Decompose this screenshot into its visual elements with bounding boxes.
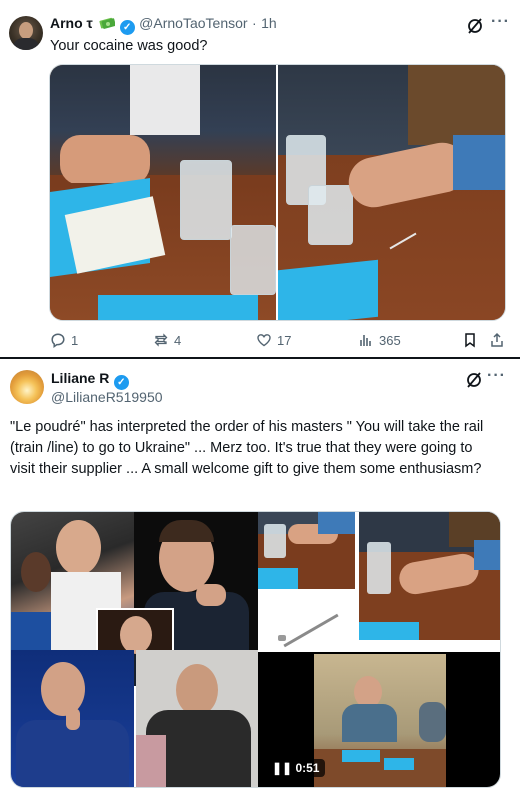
repost-count: 4 — [174, 332, 182, 348]
tweet-media[interactable] — [10, 511, 501, 788]
tweet-text: "Le poudré" has interpreted the order of… — [10, 419, 484, 477]
bookmark-button[interactable] — [462, 332, 478, 348]
timestamp[interactable]: 1h — [261, 15, 277, 31]
more-icon[interactable]: ··· — [491, 13, 510, 31]
views-icon — [360, 335, 371, 346]
share-icon — [491, 332, 503, 347]
reply-icon — [51, 333, 65, 348]
photo-collage-4[interactable] — [11, 650, 134, 787]
tweet-media[interactable] — [49, 64, 506, 321]
photo-still-3[interactable] — [258, 589, 359, 652]
views-button[interactable]: 365 — [358, 332, 401, 348]
photo-still-1[interactable] — [258, 512, 355, 589]
share-button[interactable] — [489, 332, 505, 348]
tweet-1[interactable]: Arno τ ✓ @ArnoTaoTensor · 1h ··· Your co… — [0, 0, 520, 357]
photo-still-2[interactable] — [359, 512, 500, 640]
grok-icon[interactable] — [465, 371, 483, 389]
tweet-2[interactable]: Liliane R ✓ @LilianeR519950 ··· "Le poud… — [0, 359, 520, 797]
separator: · — [252, 15, 257, 31]
handle[interactable]: @ArnoTaoTensor — [139, 15, 247, 31]
display-name[interactable]: Liliane R — [51, 370, 109, 386]
like-button[interactable]: 17 — [256, 332, 291, 348]
video-duration-badge[interactable]: ❚❚ 0:51 — [266, 759, 326, 777]
tweet-text: Your cocaine was good? — [50, 38, 208, 54]
avatar[interactable] — [9, 16, 43, 50]
grok-icon[interactable] — [466, 17, 484, 35]
photo-collage-5[interactable] — [136, 650, 258, 787]
heart-icon — [257, 334, 271, 347]
pause-icon: ❚❚ — [272, 761, 293, 775]
display-name[interactable]: Arno τ — [50, 15, 93, 31]
display-name-row: Liliane R ✓ — [51, 370, 129, 390]
photo-right[interactable] — [278, 65, 505, 320]
tweet-header: Arno τ ✓ @ArnoTaoTensor · 1h — [50, 15, 277, 35]
verified-icon: ✓ — [119, 20, 135, 35]
reply-count: 1 — [71, 332, 79, 348]
bookmark-icon — [465, 333, 475, 348]
repost-icon — [154, 333, 168, 347]
money-icon — [99, 16, 117, 35]
view-count: 365 — [379, 332, 401, 348]
like-count: 17 — [277, 332, 292, 348]
video-duration: 0:51 — [295, 761, 320, 775]
reply-button[interactable]: 1 — [50, 332, 78, 348]
verified-icon: ✓ — [113, 375, 129, 390]
avatar[interactable] — [10, 370, 44, 404]
photo-left[interactable] — [50, 65, 276, 320]
handle[interactable]: @LilianeR519950 — [51, 389, 163, 405]
more-icon[interactable]: ··· — [487, 367, 506, 385]
repost-button[interactable]: 4 — [153, 332, 181, 348]
